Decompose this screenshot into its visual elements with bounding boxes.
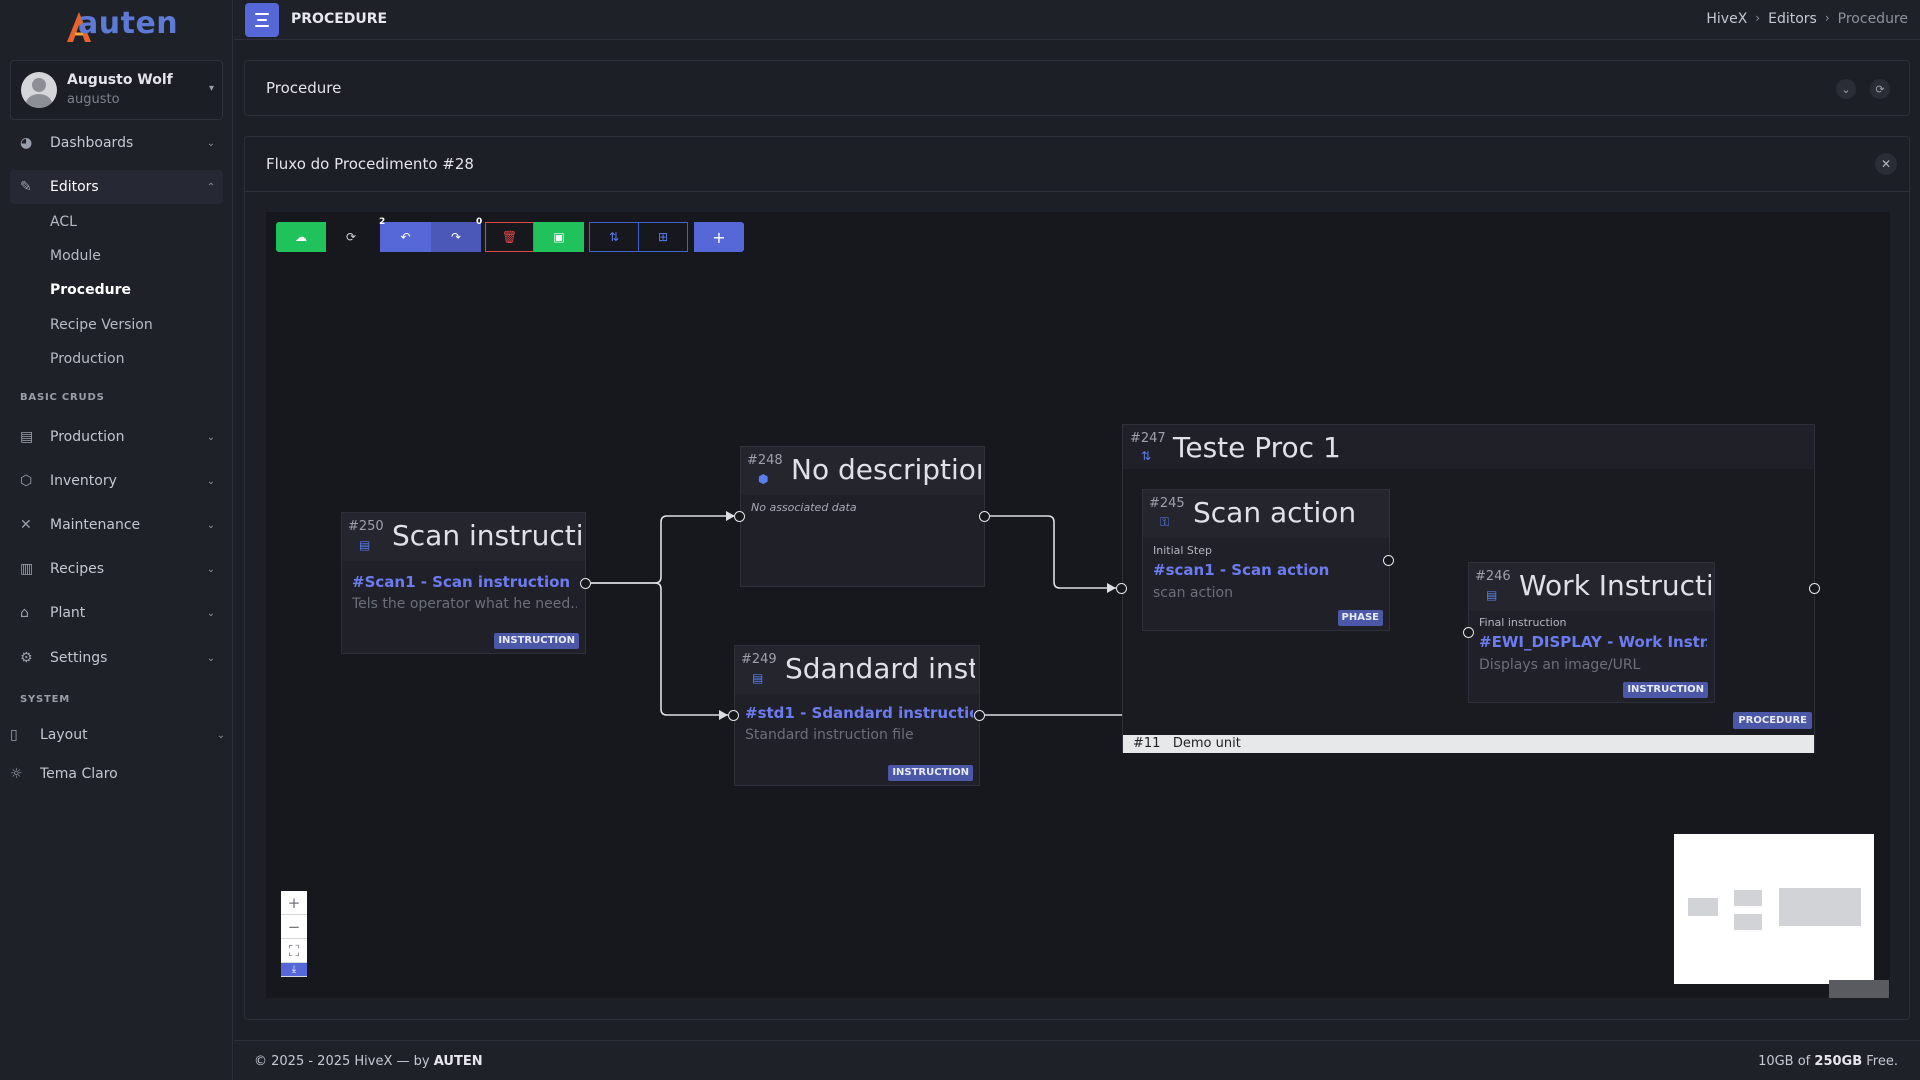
- edge-250-248: [586, 515, 735, 584]
- group-unit: #11 Demo unit: [1123, 735, 1814, 753]
- zoom-in-button[interactable]: +: [281, 891, 307, 915]
- node-title: Work Instruction: [1519, 569, 1711, 602]
- group-output-handle[interactable]: [1809, 583, 1820, 594]
- node-id: #246: [1475, 569, 1511, 584]
- storage-usage: 10GB of 250GB Free.: [1758, 1054, 1898, 1069]
- lock-icon: ⚿: [1160, 515, 1170, 529]
- download-icon: ⤓: [291, 964, 297, 975]
- plus-icon: +: [287, 893, 301, 912]
- group-input-handle[interactable]: [1116, 583, 1127, 594]
- node-output-handle[interactable]: [580, 578, 591, 589]
- node-title: Scan action: [1193, 496, 1357, 529]
- flow-node-248[interactable]: #248 ⬢ No description No associated data: [740, 446, 985, 587]
- footer-company: AUTEN: [433, 1054, 483, 1069]
- node-description: scan action: [1153, 585, 1233, 601]
- node-description: Tels the operator what he need...: [352, 596, 577, 612]
- node-link[interactable]: #EWI_DISPLAY - Work Instr...: [1479, 633, 1707, 651]
- minimap-node: [1779, 888, 1861, 926]
- file-icon: ▤: [359, 538, 371, 552]
- edge-250-249: [586, 582, 728, 716]
- node-id: #250: [348, 519, 384, 534]
- flow-node-250[interactable]: #250 ▤ Scan instruction #Scan1 - Scan in…: [341, 512, 586, 654]
- node-link[interactable]: #std1 - Sdandard instruction: [745, 704, 973, 722]
- node-step-label: Final instruction: [1479, 616, 1567, 629]
- unit-name: Demo unit: [1172, 736, 1241, 751]
- node-type-badge: INSTRUCTION: [1623, 682, 1708, 698]
- minimap-node: [1688, 898, 1718, 916]
- arrow-icon: [1107, 583, 1116, 593]
- fullscreen-icon: ⛶: [288, 941, 300, 960]
- node-input-handle[interactable]: [734, 511, 745, 522]
- group-type-badge: PROCEDURE: [1733, 712, 1812, 729]
- node-title: No description: [791, 453, 981, 486]
- edge-248-247: [985, 515, 1116, 589]
- node-id: #248: [747, 453, 783, 468]
- node-type-badge: INSTRUCTION: [494, 633, 579, 649]
- flow-node-245[interactable]: #245 ⚿ Scan action Initial Step #scan1 -…: [1142, 489, 1390, 631]
- group-title: Teste Proc 1: [1173, 431, 1341, 464]
- fit-view-button[interactable]: ⛶: [281, 939, 307, 963]
- download-button[interactable]: ⤓: [281, 963, 307, 977]
- node-step-label: Initial Step: [1153, 544, 1212, 557]
- node-description: Displays an image/URL: [1479, 657, 1641, 673]
- unit-id: #11: [1133, 736, 1161, 751]
- node-link[interactable]: #Scan1 - Scan instruction 1: [352, 573, 577, 591]
- node-input-handle[interactable]: [1463, 627, 1474, 638]
- node-title: Scan instruction: [392, 519, 582, 552]
- cube-icon: ⬢: [758, 472, 769, 486]
- footer-copyright: © 2025 - 2025 HiveX — by AUTEN: [254, 1054, 483, 1069]
- node-note: No associated data: [751, 501, 857, 514]
- group-id: #247: [1130, 431, 1166, 446]
- minimap-node: [1734, 914, 1762, 930]
- zoom-controls: + − ⛶ ⤓: [281, 891, 307, 977]
- node-id: #245: [1149, 496, 1185, 511]
- zoom-out-button[interactable]: −: [281, 915, 307, 939]
- node-title: Sdandard instruction: [785, 652, 975, 685]
- node-link[interactable]: #scan1 - Scan action: [1153, 561, 1381, 579]
- node-output-handle[interactable]: [979, 511, 990, 522]
- file-icon: ▤: [752, 671, 764, 685]
- minus-icon: −: [287, 917, 301, 936]
- flow-node-246[interactable]: #246 ▤ Work Instruction Final instructio…: [1468, 562, 1715, 703]
- node-type-badge: INSTRUCTION: [888, 765, 973, 781]
- arrow-icon: [719, 710, 728, 720]
- minimap-viewport: [1829, 980, 1889, 998]
- file-icon: ▤: [1486, 588, 1498, 602]
- node-description: Standard instruction file: [745, 727, 914, 743]
- node-type-badge: PHASE: [1337, 610, 1383, 626]
- node-input-handle[interactable]: [728, 710, 739, 721]
- node-output-handle[interactable]: [974, 710, 985, 721]
- footer: © 2025 - 2025 HiveX — by AUTEN 10GB of 2…: [234, 1040, 1920, 1080]
- minimap-node: [1734, 890, 1762, 906]
- node-output-handle[interactable]: [1383, 555, 1394, 566]
- flow-icon: ⇅: [1141, 449, 1152, 463]
- flow-node-249[interactable]: #249 ▤ Sdandard instruction #std1 - Sdan…: [734, 645, 980, 786]
- minimap[interactable]: [1674, 834, 1874, 984]
- node-id: #249: [741, 652, 777, 667]
